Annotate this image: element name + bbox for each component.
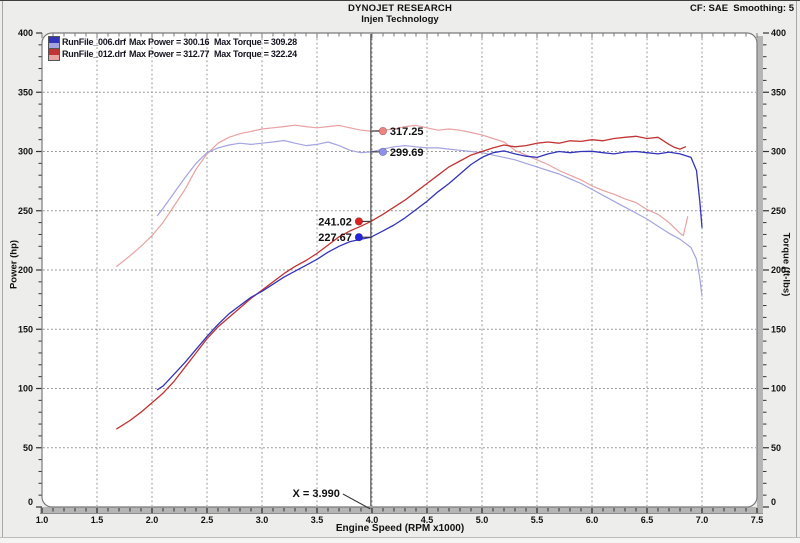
series-swatch-runfile-012 — [48, 48, 60, 61]
bottom-axis-bar — [40, 507, 763, 513]
dyno-graph: 1.01.52.02.53.03.54.04.55.05.56.06.57.07… — [0, 0, 800, 543]
x-axis-title: Engine Speed (RPM x1000) — [250, 523, 550, 534]
legend-max-torque: Max Torque = 309.28 — [214, 37, 297, 47]
torque-color-chip — [49, 55, 59, 61]
svg-text:1.0: 1.0 — [36, 515, 49, 525]
svg-text:0: 0 — [28, 497, 33, 507]
cursor-readout-dot — [355, 233, 363, 241]
svg-text:350: 350 — [771, 87, 786, 97]
svg-text:50: 50 — [23, 443, 33, 453]
legend-max-torque: Max Torque = 322.24 — [214, 49, 297, 59]
legend-row-runfile-006: RunFile_006.drf Max Power = 300.16 Max T… — [48, 36, 348, 48]
svg-text:0: 0 — [771, 497, 776, 507]
svg-text:50: 50 — [771, 443, 781, 453]
svg-text:7.5: 7.5 — [751, 515, 764, 525]
cursor-readout-dot — [379, 148, 387, 156]
svg-text:6.0: 6.0 — [586, 515, 599, 525]
cursor-readout-dot — [355, 218, 363, 226]
cursor-readout-value: 299.69 — [390, 147, 424, 159]
svg-text:350: 350 — [18, 87, 33, 97]
cursor-readout-dot — [379, 127, 387, 135]
svg-text:400: 400 — [771, 28, 786, 38]
svg-text:2.5: 2.5 — [201, 515, 214, 525]
svg-text:200: 200 — [18, 265, 33, 275]
svg-text:250: 250 — [18, 206, 33, 216]
svg-text:6.5: 6.5 — [641, 515, 654, 525]
legend-row-runfile-012: RunFile_012.drf Max Power = 312.77 Max T… — [48, 48, 348, 60]
cursor-readout-value: 317.25 — [390, 126, 424, 138]
right-axis-title: Torque (ft-lbs) — [781, 170, 792, 360]
cursor-x-label: X = 3.990 — [292, 488, 339, 500]
legend-file-name: RunFile_012.drf — [62, 49, 126, 59]
svg-text:300: 300 — [771, 147, 786, 157]
svg-text:150: 150 — [18, 324, 33, 334]
svg-text:1.5: 1.5 — [91, 515, 104, 525]
cursor-readout-value: 241.02 — [318, 216, 352, 228]
window-bottom-strip — [0, 538, 800, 543]
legend-max-power: Max Power = 312.77 — [129, 49, 209, 59]
legend-max-power: Max Power = 300.16 — [129, 37, 209, 47]
plot-panel — [40, 33, 763, 514]
right-axis-bar — [757, 36, 763, 513]
svg-text:300: 300 — [18, 147, 33, 157]
svg-text:2.0: 2.0 — [146, 515, 159, 525]
cursor-readout-value: 227.67 — [318, 232, 352, 244]
svg-text:100: 100 — [771, 384, 786, 394]
legend-file-name: RunFile_006.drf — [62, 37, 126, 47]
svg-text:7.0: 7.0 — [696, 515, 709, 525]
left-axis-title: Power (hp) — [9, 170, 20, 360]
legend: RunFile_006.drf Max Power = 300.16 Max T… — [48, 36, 348, 60]
svg-text:400: 400 — [18, 28, 33, 38]
svg-text:100: 100 — [18, 384, 33, 394]
